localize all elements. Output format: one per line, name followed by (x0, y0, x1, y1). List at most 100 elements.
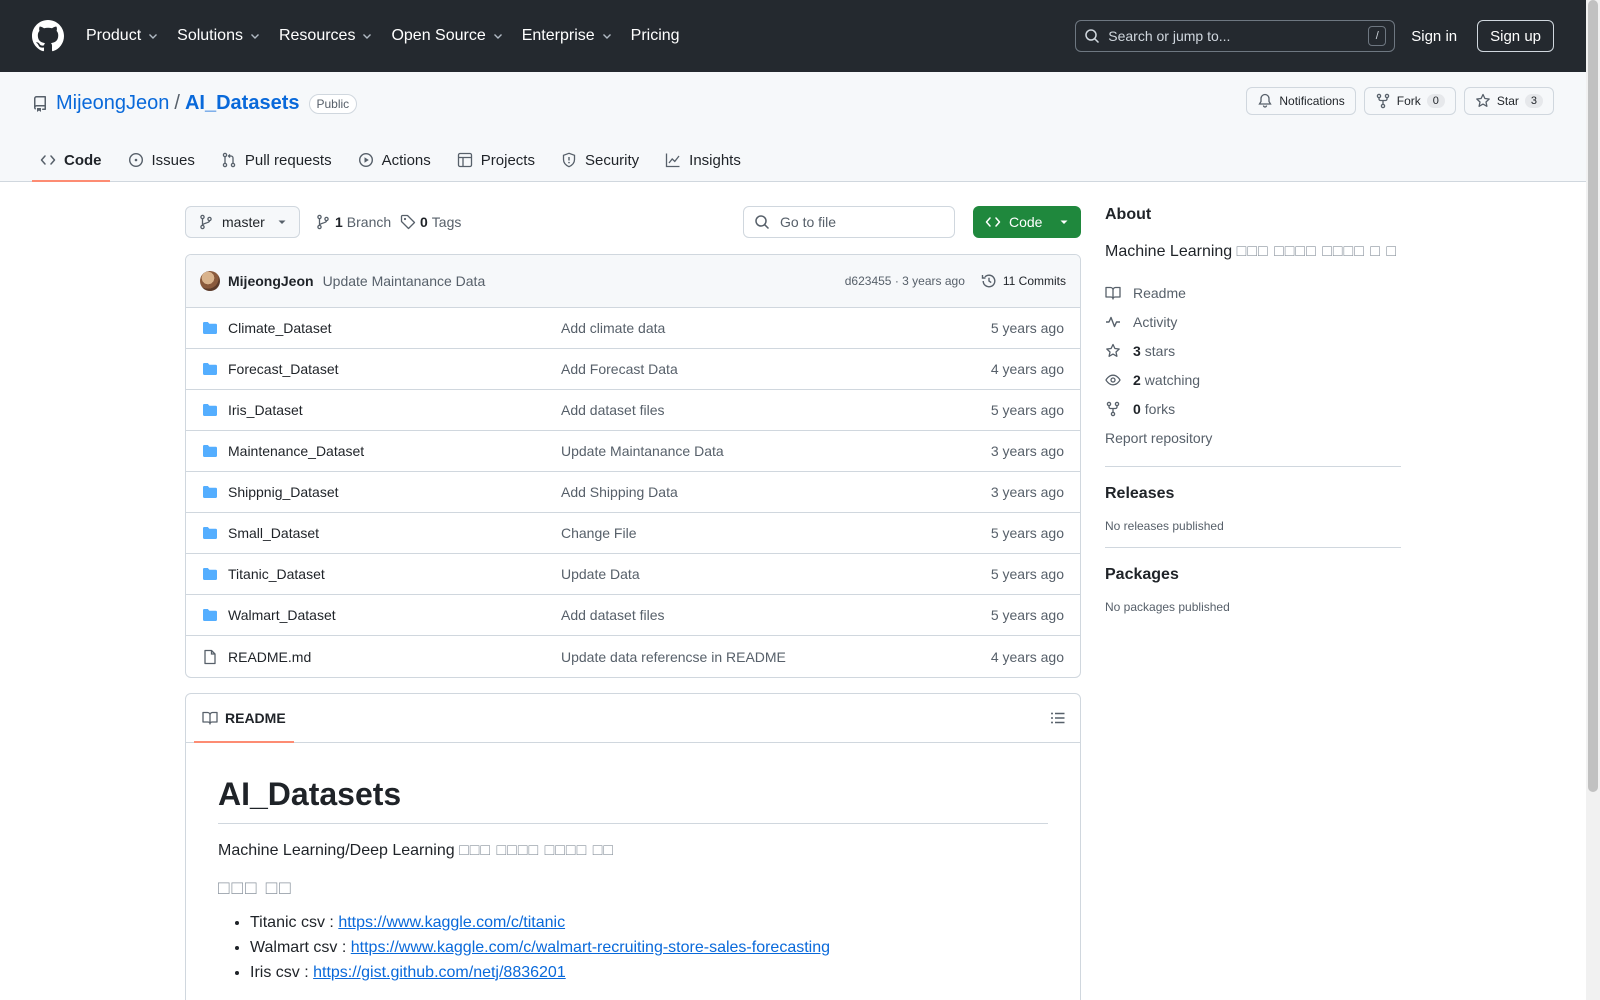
forks-label: forks (1144, 400, 1176, 417)
readme-link[interactable]: Readme (1105, 278, 1401, 307)
chevron-down-icon (149, 34, 158, 39)
file-name-link[interactable]: Iris_Dataset (228, 402, 561, 418)
commit-message-link[interactable]: Update Maintanance Data (323, 273, 486, 289)
commit-hash-info[interactable]: d623455 · 3 years ago (845, 274, 965, 288)
table-of-contents-button[interactable] (1050, 710, 1066, 726)
titanic-link[interactable]: https://www.kaggle.com/c/titanic (338, 914, 565, 931)
graph-icon (666, 153, 680, 168)
about-description: Machine Learning □□□ □□□□ □□□□ □ □ (1105, 240, 1401, 264)
branch-selector[interactable]: master (185, 206, 300, 238)
repo-owner-link[interactable]: MijeongJeon (56, 92, 169, 115)
walmart-link[interactable]: https://www.kaggle.com/c/walmart-recruit… (351, 939, 830, 956)
tab-issues-label: Issues (151, 151, 195, 169)
code-dropdown-button[interactable]: Code (973, 206, 1081, 238)
commits-history-link[interactable]: 11 Commits (981, 273, 1066, 289)
table-row[interactable]: Walmart_Dataset Add dataset files 5 years … (186, 595, 1080, 636)
file-name-link[interactable]: Walmart_Dataset (228, 607, 561, 623)
file-name-link[interactable]: Forecast_Dataset (228, 361, 561, 377)
file-commit-message-link[interactable]: Add climate data (561, 320, 665, 336)
search-shortcut-key: / (1368, 26, 1387, 46)
tab-issues[interactable]: Issues (120, 138, 203, 182)
top-nav: Product Solutions Resources Open Source … (86, 27, 698, 45)
file-commit-message-link[interactable]: Change File (561, 525, 637, 541)
tags-link[interactable]: 0 Tags (400, 206, 461, 238)
table-row[interactable]: Shippnig_Dataset Add Shipping Data 3 years… (186, 472, 1080, 513)
watching-link[interactable]: 2 watching (1105, 365, 1401, 394)
folder-icon-wrap (202, 607, 218, 623)
table-row[interactable]: Small_Dataset Change File 5 years ago (186, 513, 1080, 554)
page-scrollbar[interactable] (1586, 0, 1600, 1000)
chevron-down-icon (363, 34, 372, 39)
file-commit-message-link[interactable]: Update Data (561, 566, 640, 582)
table-row[interactable]: Iris_Dataset Add dataset files 5 years ago (186, 390, 1080, 431)
file-commit-age: 4 years ago (990, 361, 1064, 377)
repo-name-link[interactable]: AI_Datasets (185, 92, 300, 115)
file-name-link[interactable]: Maintenance_Dataset (228, 443, 561, 459)
tab-security[interactable]: Security (553, 138, 647, 182)
releases-title[interactable]: Releases (1105, 485, 1401, 503)
branches-link[interactable]: 1 Branch (315, 206, 391, 238)
table-row[interactable]: README.md Update data referencse in READM… (186, 636, 1080, 677)
avatar[interactable] (200, 271, 220, 291)
sidebar-divider (1105, 466, 1401, 467)
tab-code[interactable]: Code (32, 138, 110, 182)
file-name-link[interactable]: Shippnig_Dataset (228, 484, 561, 500)
tab-insights[interactable]: Insights (657, 138, 749, 182)
folder-icon (203, 363, 217, 375)
file-name-link[interactable]: Titanic_Dataset (228, 566, 561, 582)
commit-author-link[interactable]: MijeongJeon (228, 273, 314, 289)
table-row[interactable]: Titanic_Dataset Update Data 5 years ago (186, 554, 1080, 595)
file-commit-message-link[interactable]: Add dataset files (561, 607, 665, 623)
readme-tab[interactable]: README (194, 694, 294, 743)
file-commit-message-link[interactable]: Update Maintanance Data (561, 443, 724, 459)
go-to-file-input[interactable]: Go to file (743, 206, 955, 238)
file-commit-message-link[interactable]: Add Forecast Data (561, 361, 678, 377)
tab-projects[interactable]: Projects (449, 138, 543, 182)
branch-count: 1 (335, 214, 343, 230)
fork-icon (1106, 401, 1120, 416)
link-label: Walmart csv : (250, 939, 351, 956)
caret-down-icon (278, 220, 286, 224)
github-logo-icon[interactable] (32, 20, 64, 52)
table-row[interactable]: Maintenance_Dataset Update Maintanance Da… (186, 431, 1080, 472)
table-row[interactable]: Climate_Dataset Add climate data 5 years a… (186, 308, 1080, 349)
tag-icon (400, 214, 416, 230)
nav-solutions[interactable]: Solutions (177, 27, 261, 45)
star-icon (1106, 343, 1120, 357)
nav-resources[interactable]: Resources (279, 27, 373, 45)
file-list: MijeongJeon Update Maintanance Data d623… (185, 254, 1081, 678)
tab-actions-label: Actions (381, 151, 431, 169)
tab-actions[interactable]: Actions (350, 138, 439, 182)
nav-product[interactable]: Product (86, 27, 159, 45)
folder-icon-wrap (202, 566, 218, 582)
search-input[interactable]: Search or jump to... / (1075, 20, 1396, 52)
star-button[interactable]: Star 3 (1463, 87, 1554, 115)
file-commit-message-link[interactable]: Add Shipping Data (561, 484, 678, 500)
notifications-button[interactable]: Notifications (1246, 87, 1356, 115)
report-repository-link[interactable]: Report repository (1105, 423, 1401, 452)
nav-pricing-label: Pricing (630, 27, 680, 44)
iris-link[interactable]: https://gist.github.com/netj/8836201 (313, 964, 566, 981)
stars-link[interactable]: 3 stars (1105, 336, 1401, 365)
file-commit-message-link[interactable]: Add dataset files (561, 402, 665, 418)
forks-link[interactable]: 0 forks (1105, 394, 1401, 423)
fork-button[interactable]: Fork 0 (1363, 87, 1456, 115)
sign-in-link[interactable]: Sign in (1411, 28, 1457, 45)
tab-pull-requests[interactable]: Pull requests (213, 138, 340, 182)
nav-pricing[interactable]: Pricing (631, 27, 680, 45)
nav-enterprise[interactable]: Enterprise (522, 27, 613, 45)
packages-title[interactable]: Packages (1105, 566, 1401, 584)
sign-up-button[interactable]: Sign up (1477, 20, 1554, 52)
nav-open-source[interactable]: Open Source (391, 27, 503, 45)
activity-link[interactable]: Activity (1105, 307, 1401, 336)
scrollbar-thumb[interactable] (1588, 0, 1598, 792)
file-commit-message-link[interactable]: Update data referencse in README (561, 649, 786, 665)
folder-icon (203, 404, 217, 416)
file-name-link[interactable]: Small_Dataset (228, 525, 561, 541)
play-icon (358, 152, 373, 168)
file-name-link[interactable]: README.md (228, 649, 561, 665)
file-name-link[interactable]: Climate_Dataset (228, 320, 561, 336)
table-row[interactable]: Forecast_Dataset Add Forecast Data 4 years… (186, 349, 1080, 390)
nav-open-source-label: Open Source (391, 27, 486, 44)
tab-code-label: Code (64, 151, 102, 169)
